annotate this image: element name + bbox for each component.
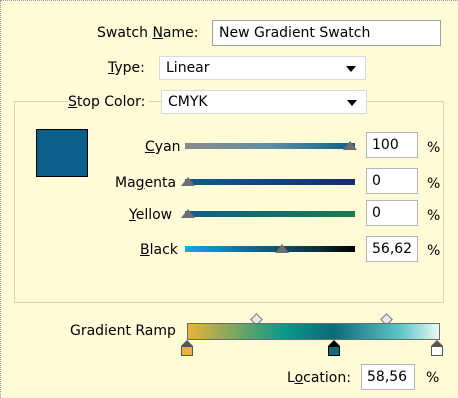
black-unit: % [427, 243, 441, 259]
panel-top-border [0, 0, 458, 1]
magenta-slider-track[interactable] [185, 179, 355, 185]
magenta-label: Magenta [115, 175, 177, 191]
black-slider-track[interactable] [185, 246, 355, 252]
type-label: Type: [108, 60, 145, 76]
panel-left-border [0, 0, 1, 398]
stop-color-dropdown-value: CMYK [168, 94, 208, 110]
gradient-ramp[interactable] [187, 323, 440, 340]
magenta-unit: % [427, 176, 441, 192]
yellow-label: Yellow [129, 207, 173, 223]
yellow-value-field[interactable]: 0 [366, 200, 418, 226]
ramp-stop-start[interactable] [181, 340, 193, 358]
ramp-stop-end[interactable] [431, 340, 443, 358]
gradient-ramp-label: Gradient Ramp [70, 323, 176, 339]
cyan-slider-thumb[interactable] [343, 141, 357, 150]
location-unit: % [426, 370, 440, 386]
swatch-name-input[interactable] [212, 20, 441, 46]
black-value-field[interactable]: 56,62 [366, 236, 418, 262]
cyan-unit: % [427, 140, 441, 156]
chevron-down-icon [346, 66, 356, 72]
yellow-unit: % [427, 208, 441, 224]
magenta-slider-thumb[interactable] [181, 177, 195, 186]
black-slider-thumb[interactable] [275, 244, 289, 253]
location-value-field[interactable]: 58,56 [361, 364, 415, 390]
swatch-name-label: Swatch Name: [97, 25, 199, 41]
stop-color-label: Stop Color: [68, 93, 150, 111]
yellow-slider-thumb[interactable] [181, 209, 195, 218]
cyan-value-field[interactable]: 100 [366, 132, 418, 158]
yellow-slider-track[interactable] [185, 211, 355, 217]
chevron-down-icon [347, 100, 357, 106]
magenta-value-field[interactable]: 0 [366, 168, 418, 194]
stop-color-swatch [36, 129, 88, 177]
black-label: Black [140, 242, 178, 258]
ramp-stop-selected[interactable] [328, 340, 340, 358]
type-dropdown[interactable]: Linear [159, 56, 366, 80]
location-label: Location: [287, 370, 351, 386]
type-dropdown-value: Linear [166, 60, 210, 76]
cyan-label: Cyan [145, 139, 181, 155]
cyan-slider-track[interactable] [185, 143, 355, 149]
stop-color-dropdown[interactable]: CMYK [161, 90, 367, 114]
